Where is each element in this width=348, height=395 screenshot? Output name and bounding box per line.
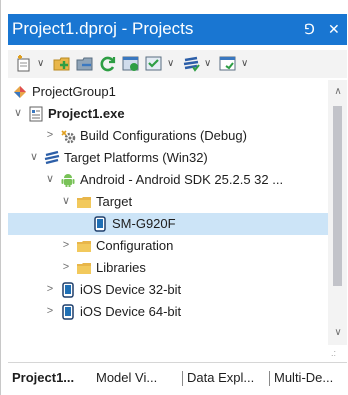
tree-item-project-group[interactable]: ProjectGroup1 [8, 81, 328, 103]
tab-model-view[interactable]: Model Vi... [96, 370, 157, 386]
tab-separator [269, 371, 270, 386]
phone-device-icon [94, 216, 106, 232]
view-options-icon[interactable] [219, 55, 237, 73]
activate-project-icon[interactable] [122, 55, 140, 73]
chevron-down-icon[interactable]: ∨ [28, 150, 40, 164]
projects-panel: Project1.dproj - Projects ⅁ ✕ ∨ ∨ ∨ ∨ Pr… [0, 0, 348, 395]
panel-title-bar[interactable]: Project1.dproj - Projects ⅁ ✕ [8, 14, 347, 45]
project-group-icon [14, 86, 26, 98]
chevron-right-icon[interactable]: > [44, 304, 56, 318]
tree-item-ios-device-64[interactable]: > iOS Device 64-bit [8, 301, 328, 323]
new-item-icon[interactable] [15, 55, 33, 73]
tree-item-label: Project1.exe [48, 106, 125, 121]
projects-toolbar: ∨ ∨ ∨ ∨ [8, 50, 347, 78]
tree-item-target-platforms[interactable]: ∨ Target Platforms (Win32) [8, 147, 328, 169]
tree-item-ios-device-32[interactable]: > iOS Device 32-bit [8, 279, 328, 301]
tree-item-label: Target [96, 194, 133, 209]
build-dropdown[interactable]: ∨ [167, 58, 174, 70]
tab-separator [182, 371, 183, 386]
tree-item-android-platform[interactable]: ∨ Android - Android SDK 25.2.5 32 ... [8, 169, 328, 191]
build-icon[interactable] [145, 55, 163, 73]
tree-item-label: Android - Android SDK 25.2.5 32 ... [80, 172, 284, 187]
tree-item-label: SM-G920F [112, 216, 176, 231]
chevron-down-icon[interactable]: ∨ [60, 194, 72, 208]
tab-projects[interactable]: Project1... [12, 370, 74, 386]
android-icon [61, 174, 75, 187]
tree-item-libraries-folder[interactable]: > Libraries [8, 257, 328, 279]
panel-title: Project1.dproj - Projects [12, 19, 194, 38]
target-platform-dropdown[interactable]: ∨ [204, 58, 211, 70]
project-tree: ProjectGroup1 ∨ Project1.exe > Build Con… [8, 80, 328, 345]
tree-item-label: Configuration [96, 238, 174, 253]
tree-item-label: Target Platforms (Win32) [64, 150, 208, 165]
pin-icon[interactable]: ⅁ [304, 21, 315, 37]
add-to-project-icon[interactable] [53, 55, 71, 73]
chevron-down-icon[interactable]: ∨ [12, 106, 24, 120]
tree-item-configuration-folder[interactable]: > Configuration [8, 235, 328, 257]
scroll-down-icon[interactable]: ∨ [332, 327, 344, 339]
view-options-dropdown[interactable]: ∨ [241, 58, 248, 70]
vertical-scrollbar[interactable]: ∧ ∨ [328, 80, 347, 345]
tree-item-label: Libraries [96, 260, 146, 275]
ios-device-icon [62, 282, 74, 298]
tree-item-sm-g920f[interactable]: SM-G920F [8, 213, 328, 235]
resize-grip-icon[interactable]: .: [331, 348, 336, 358]
chevron-right-icon[interactable]: > [60, 238, 72, 252]
sync-icon[interactable] [99, 55, 117, 73]
tree-item-label: iOS Device 64-bit [80, 304, 182, 319]
scrollbar-thumb[interactable] [333, 106, 342, 286]
chevron-right-icon[interactable]: > [60, 260, 72, 274]
scroll-up-icon[interactable]: ∧ [332, 86, 344, 98]
tree-item-project-exe[interactable]: ∨ Project1.exe [8, 103, 328, 125]
tab-multi-device[interactable]: Multi-De... [274, 370, 333, 386]
chevron-right-icon[interactable]: > [44, 128, 56, 142]
target-platform-icon[interactable] [182, 55, 200, 73]
chevron-down-icon[interactable]: ∨ [44, 172, 56, 186]
folder-icon [77, 197, 91, 208]
panel-tab-strip: Project1... Model Vi... Data Expl... Mul… [8, 362, 347, 392]
close-icon[interactable]: ✕ [328, 21, 340, 37]
chevron-right-icon[interactable]: > [44, 282, 56, 296]
folder-icon [77, 263, 91, 274]
tree-item-target-folder[interactable]: ∨ Target [8, 191, 328, 213]
project-file-icon [29, 106, 43, 122]
tree-item-label: Build Configurations (Debug) [80, 128, 247, 143]
tab-data-explorer[interactable]: Data Expl... [187, 370, 254, 386]
new-item-dropdown[interactable]: ∨ [37, 58, 44, 70]
tree-item-build-configurations[interactable]: > Build Configurations (Debug) [8, 125, 328, 147]
tree-item-label: ProjectGroup1 [32, 84, 116, 99]
remove-from-project-icon[interactable] [76, 55, 94, 73]
folder-icon [77, 241, 91, 252]
build-configurations-icon [61, 130, 76, 144]
target-platforms-icon [44, 150, 60, 165]
ios-device-icon [62, 304, 74, 320]
tree-item-label: iOS Device 32-bit [80, 282, 182, 297]
